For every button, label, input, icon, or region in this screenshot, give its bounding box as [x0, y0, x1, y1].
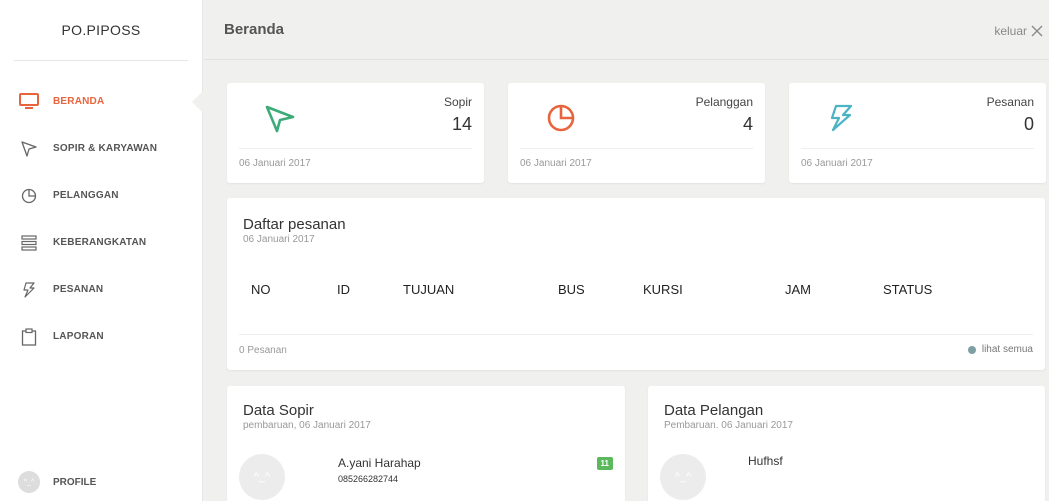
lightning-icon — [830, 104, 853, 132]
divider — [239, 148, 472, 149]
header: Beranda keluar — [204, 0, 1049, 60]
stat-label: Sopir — [443, 95, 472, 109]
stat-label: Pesanan — [986, 95, 1034, 109]
clipboard-icon — [18, 326, 40, 348]
stat-card-pelanggan[interactable]: Pelanggan 4 06 Januari 2017 — [508, 83, 765, 183]
avatar: ^_^ — [18, 471, 40, 493]
pie-chart-icon — [18, 185, 40, 207]
close-icon — [1031, 25, 1043, 37]
logout-label: keluar — [994, 24, 1027, 38]
sidebar-item-label: PESANAN — [53, 284, 104, 295]
stat-date: 06 Januari 2017 — [239, 158, 311, 169]
column-header-bus[interactable]: BUS — [558, 282, 585, 297]
divider — [801, 148, 1034, 149]
drivers-subtitle: pembaruan, 06 Januari 2017 — [243, 420, 371, 431]
monitor-icon — [18, 91, 40, 113]
drivers-panel: Data Sopir pembaruan, 06 Januari 2017 ^_… — [227, 386, 625, 501]
active-indicator — [192, 90, 204, 114]
logout-button[interactable]: keluar — [994, 24, 1043, 38]
sidebar-item-sopir-karyawan[interactable]: SOPIR & KARYAWAN — [0, 125, 203, 172]
column-header-kursi[interactable]: KURSI — [643, 282, 683, 297]
column-header-no[interactable]: NO — [251, 282, 271, 297]
send-icon — [18, 138, 40, 160]
stat-value: 4 — [742, 114, 753, 134]
sidebar-item-laporan[interactable]: LAPORAN — [0, 313, 203, 360]
driver-phone: 085266282744 — [338, 474, 399, 484]
customers-panel: Data Pelangan Pembaruan. 06 Januari 2017… — [648, 386, 1045, 501]
sidebar-item-keberangkatan[interactable]: KEBERANGKATAN — [0, 219, 203, 266]
avatar: ^_^ — [660, 454, 706, 500]
see-all-link[interactable]: lihat semua — [967, 344, 1033, 355]
pie-chart-icon — [547, 104, 575, 132]
customer-name[interactable]: Hufhsf — [748, 454, 783, 468]
sidebar-item-label: PELANGGAN — [53, 190, 119, 201]
stat-date: 06 Januari 2017 — [520, 158, 592, 169]
lightning-icon — [18, 279, 40, 301]
stat-label: Pelanggan — [695, 95, 753, 109]
profile-label: PROFILE — [53, 476, 97, 488]
driver-name[interactable]: A.yani Harahap — [338, 456, 421, 470]
see-all-label: lihat semua — [981, 344, 1033, 355]
orders-panel: Daftar pesanan 06 Januari 2017 NO ID TUJ… — [227, 198, 1045, 370]
dot-icon — [967, 345, 976, 354]
avatar: ^_^ — [239, 454, 285, 500]
orders-count: 0 Pesanan — [239, 345, 287, 356]
brand-divider — [14, 60, 188, 61]
sidebar-item-beranda[interactable]: BERANDA — [0, 78, 204, 125]
stat-card-sopir[interactable]: Sopir 14 06 Januari 2017 — [227, 83, 484, 183]
sidebar-item-pelanggan[interactable]: PELANGGAN — [0, 172, 203, 219]
sidebar-item-label: BERANDA — [53, 96, 105, 107]
divider — [239, 334, 1033, 335]
divider — [520, 148, 753, 149]
sidebar-item-label: KEBERANGKATAN — [53, 237, 147, 248]
page-title: Beranda — [224, 21, 285, 38]
stat-value: 14 — [451, 114, 472, 134]
stat-value: 0 — [1023, 114, 1034, 134]
sidebar-item-profile[interactable]: ^_^ PROFILE — [18, 471, 96, 493]
sidebar-nav: BERANDA SOPIR & KARYAWAN PELANGGAN KEBER… — [0, 78, 204, 360]
column-header-tujuan[interactable]: TUJUAN — [403, 282, 454, 297]
send-icon — [265, 105, 295, 133]
orders-title: Daftar pesanan — [243, 216, 346, 233]
orders-subtitle: 06 Januari 2017 — [243, 234, 315, 245]
sidebar-item-label: SOPIR & KARYAWAN — [53, 143, 158, 154]
column-header-status[interactable]: STATUS — [883, 282, 932, 297]
drivers-title: Data Sopir — [243, 402, 314, 419]
list-icon — [18, 232, 40, 254]
brand-logo[interactable]: PO.PIPOSS — [0, 0, 202, 60]
stat-date: 06 Januari 2017 — [801, 158, 873, 169]
table-header: NO ID TUJUAN BUS KURSI JAM STATUS — [227, 282, 1045, 298]
customers-title: Data Pelangan — [664, 402, 764, 419]
column-header-jam[interactable]: JAM — [785, 282, 811, 297]
sidebar-item-label: LAPORAN — [53, 331, 104, 342]
stat-card-pesanan[interactable]: Pesanan 0 06 Januari 2017 — [789, 83, 1046, 183]
customers-subtitle: Pembaruan. 06 Januari 2017 — [664, 420, 793, 431]
column-header-id[interactable]: ID — [337, 282, 350, 297]
sidebar: PO.PIPOSS BERANDA SOPIR & KARYAWAN PELAN… — [0, 0, 204, 501]
count-badge: 11 — [596, 457, 613, 470]
sidebar-item-pesanan[interactable]: PESANAN — [0, 266, 203, 313]
